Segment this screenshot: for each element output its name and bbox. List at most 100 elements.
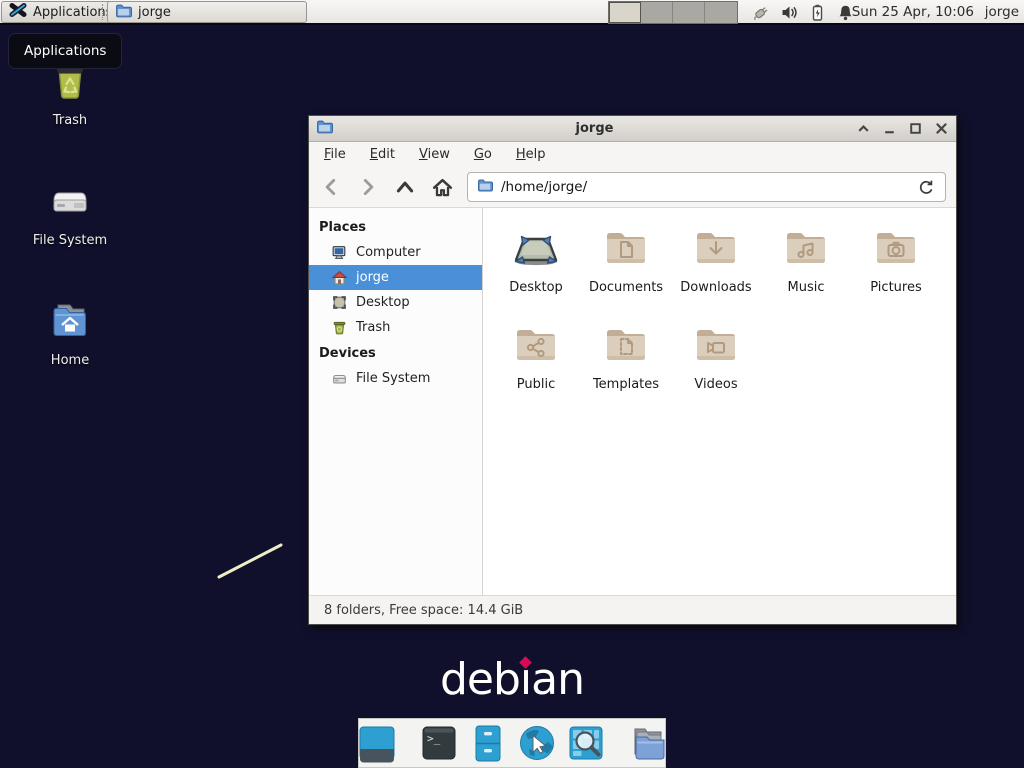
sidebar-item-file-system[interactable]: File System: [309, 366, 482, 391]
file-item-videos[interactable]: Videos: [671, 315, 761, 412]
file-item-public[interactable]: Public: [491, 315, 581, 412]
home16-icon: [331, 269, 348, 286]
window-folder-icon: [316, 118, 333, 139]
sidebar-item-label: Computer: [356, 245, 421, 260]
tooltip-text: Applications: [24, 43, 106, 59]
workspace-cell-1[interactable]: [609, 2, 641, 23]
menu-help[interactable]: Help: [516, 147, 546, 162]
dock-show-desktop-icon[interactable]: [357, 723, 397, 763]
sidebar-item-label: jorge: [356, 270, 389, 285]
desktop-icon-file-system[interactable]: File System: [22, 176, 118, 248]
xfce-applications-icon: [9, 1, 27, 23]
taskbar-window-button[interactable]: jorge: [107, 1, 307, 23]
dock-file-cabinet-icon[interactable]: [468, 723, 508, 763]
debian-logo-dot: [519, 656, 532, 669]
battery-charging-icon[interactable]: [808, 3, 827, 22]
up-button[interactable]: [393, 175, 417, 199]
computer16-icon: [331, 244, 348, 261]
file-item-label: Desktop: [509, 280, 563, 295]
close-button[interactable]: [934, 121, 949, 136]
workspace-cell-4[interactable]: [705, 2, 737, 23]
pointer-trail-line: [210, 535, 290, 585]
file-item-documents[interactable]: Documents: [581, 218, 671, 315]
trash16-icon: [331, 319, 348, 336]
applications-tooltip: Applications: [8, 33, 122, 69]
panel-clock[interactable]: Sun 25 Apr, 10:06: [852, 4, 974, 20]
path-folder-icon: [477, 177, 493, 197]
status-bar: 8 folders, Free space: 14.4 GiB: [309, 595, 956, 624]
workspace-cell-3[interactable]: [673, 2, 705, 23]
power-plug-icon[interactable]: [752, 3, 771, 22]
workspace-switcher: [608, 1, 738, 24]
menu-go[interactable]: Go: [474, 147, 492, 162]
file-item-label: Documents: [589, 280, 663, 295]
toolbar: /home/jorge/: [309, 167, 956, 208]
file-item-templates[interactable]: Templates: [581, 315, 671, 412]
maximize-button[interactable]: [908, 121, 923, 136]
debian-wallpaper-logo: debıan: [0, 656, 1024, 704]
menu-file[interactable]: File: [324, 147, 346, 162]
applications-menu-label: Applications: [33, 5, 112, 20]
folder-window-icon: [115, 2, 132, 23]
file-grid: Desktop Documents Downloads Music Pictures Pu…: [483, 208, 956, 412]
places-sidebar: PlacesComputerjorgeDesktopTrashDevicesFi…: [309, 208, 483, 595]
menu-edit[interactable]: Edit: [370, 147, 395, 162]
window-controls: [856, 121, 949, 136]
file-item-label: Videos: [694, 377, 737, 392]
panel-handle: [102, 4, 104, 20]
folder-pictures-icon: [872, 218, 920, 275]
sidebar-item-desktop[interactable]: Desktop: [309, 290, 482, 315]
minimize-button[interactable]: [882, 121, 897, 136]
svg-text:>_: >_: [427, 732, 441, 745]
folder-templates-icon: [602, 315, 650, 372]
folder-videos-icon: [692, 315, 740, 372]
sidebar-item-jorge[interactable]: jorge: [309, 265, 482, 290]
folder-public-icon: [512, 315, 560, 372]
dock: >_: [358, 718, 666, 768]
dock-web-browser-icon[interactable]: [517, 723, 557, 763]
sidebar-item-trash[interactable]: Trash: [309, 315, 482, 340]
desktop-icon-label: File System: [33, 233, 107, 248]
shade-button[interactable]: [856, 121, 871, 136]
file-item-label: Music: [788, 280, 825, 295]
system-tray: [752, 3, 855, 22]
file-item-label: Downloads: [680, 280, 751, 295]
workspace-cell-2[interactable]: [641, 2, 673, 23]
window-titlebar[interactable]: jorge: [309, 116, 956, 142]
reload-button[interactable]: [916, 177, 936, 197]
drive48-icon: [46, 176, 94, 228]
forward-button[interactable]: [356, 175, 380, 199]
file-item-music[interactable]: Music: [761, 218, 851, 315]
location-bar[interactable]: /home/jorge/: [467, 172, 946, 202]
top-panel: Applications jorge Sun 25 Apr, 10:06 jor…: [0, 0, 1024, 25]
file-item-desktop[interactable]: Desktop: [491, 218, 581, 315]
file-item-label: Pictures: [870, 280, 921, 295]
back-button[interactable]: [319, 175, 343, 199]
taskbar-window-label: jorge: [138, 5, 171, 20]
drive16-icon: [331, 370, 348, 387]
dock-app-finder-icon[interactable]: [566, 723, 606, 763]
desktop-icon-label: Trash: [53, 113, 87, 128]
sidebar-item-label: Trash: [356, 320, 390, 335]
sidebar-item-computer[interactable]: Computer: [309, 240, 482, 265]
volume-icon[interactable]: [780, 3, 799, 22]
status-text: 8 folders, Free space: 14.4 GiB: [324, 603, 523, 618]
panel-username: jorge: [985, 4, 1019, 20]
desktop-icon-home[interactable]: Home: [22, 296, 118, 368]
menu-view[interactable]: View: [419, 147, 450, 162]
file-item-label: Templates: [593, 377, 659, 392]
menu-bar: File Edit View Go Help: [309, 142, 956, 167]
location-path-text: /home/jorge/: [501, 179, 587, 195]
sidebar-header-places: Places: [309, 214, 482, 240]
file-view[interactable]: Desktop Documents Downloads Music Pictures Pu…: [483, 208, 956, 595]
folder-downloads-icon: [692, 218, 740, 275]
dock-file-manager-icon[interactable]: [628, 723, 668, 763]
sidebar-item-label: File System: [356, 371, 430, 386]
home-button[interactable]: [430, 175, 454, 199]
dock-terminal-icon[interactable]: >_: [419, 723, 459, 763]
sidebar-item-label: Desktop: [356, 295, 410, 310]
desktop-special-icon: [512, 218, 560, 275]
file-item-pictures[interactable]: Pictures: [851, 218, 941, 315]
file-item-downloads[interactable]: Downloads: [671, 218, 761, 315]
home48-icon: [46, 296, 94, 348]
